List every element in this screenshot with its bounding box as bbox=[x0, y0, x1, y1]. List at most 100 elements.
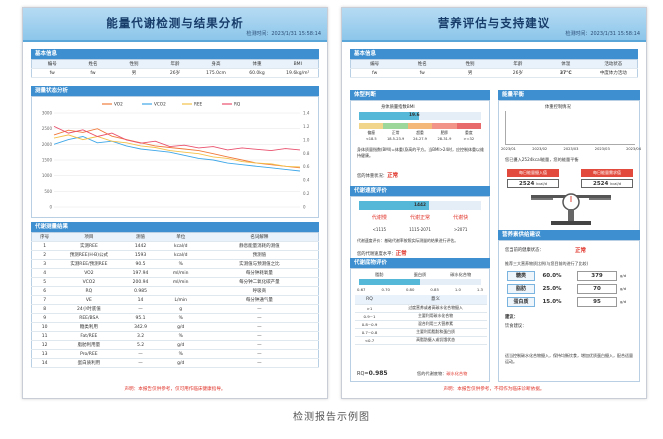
legend-label: VO2 bbox=[114, 102, 123, 107]
col-header: 意义 bbox=[384, 295, 487, 305]
report-footer: 声明：本报告仅供参考，仅可用作临床健康指导。 bbox=[124, 387, 226, 392]
table-row: 11 Fat/REE 3.2% — bbox=[31, 331, 319, 341]
metabolic-speed-section: 代谢速度评价 1442 代谢慢 代谢正常 代谢快 <1115 1115-2071… bbox=[350, 186, 490, 260]
metab-range: 1115-2071 bbox=[409, 227, 431, 232]
cell: fw bbox=[72, 68, 114, 78]
cell: RQ bbox=[57, 286, 121, 296]
scale-range: <18.5 bbox=[365, 137, 377, 141]
metab-range: <1115 bbox=[372, 227, 387, 232]
cell: 12 bbox=[31, 340, 58, 350]
health-status-value: 正常 bbox=[575, 248, 587, 254]
table-row: 0.8~0.9 混合利用三大营养素 bbox=[355, 320, 487, 329]
metab-ranges: <1115 1115-2071 >2071 bbox=[359, 227, 481, 232]
figure-caption: 检测报告示例图 bbox=[293, 412, 370, 423]
cell: 3.2 bbox=[120, 331, 161, 341]
nutrient-row: 糖类 60.0% 379 g/d bbox=[507, 269, 635, 282]
rq-tick: 0.70 bbox=[381, 287, 390, 292]
cell: 男 bbox=[446, 68, 494, 78]
measurement-line-chart: 3000 2500 2000 1500 1000 500 0 1.4 1.2 1.0 0.8 0.6 0… bbox=[42, 102, 310, 210]
cell: 实测REE/预测REE bbox=[57, 259, 121, 269]
section-heading: 基本信息 bbox=[31, 49, 319, 59]
energy-balance-section: 能量平衡 体重控制情况 2023/01 2023/02 2023/03 2023… bbox=[498, 90, 641, 233]
cell: 过度营养或者高碳水化合物摄入 bbox=[384, 304, 487, 313]
section-heading: 代谢底物评价 bbox=[350, 258, 490, 268]
cell: 14 bbox=[120, 295, 161, 305]
report-title: 营养评估与支持建议 bbox=[437, 16, 551, 30]
bmi-value: 19.6 bbox=[409, 113, 420, 118]
cell: — bbox=[200, 322, 319, 332]
nutrient-row: 脂肪 25.0% 70 g/d bbox=[507, 282, 635, 295]
substrate-status: 您的代谢底物：碳水化合物 bbox=[417, 371, 467, 377]
table-row: 7 VE 14 L/min 每分钟通气量 bbox=[31, 295, 319, 305]
health-status: 您当前的健康状态： bbox=[505, 247, 544, 253]
report-time: 检测时间：2023/1/31 15:58:14 bbox=[565, 31, 640, 37]
table-row: 1 实测REE 1442 kcal/d 静息能量消耗的测值 bbox=[31, 241, 319, 251]
weight-status: 您的体重状况：正常 bbox=[357, 171, 398, 179]
cell: 静息能量消耗的测值 bbox=[200, 241, 319, 251]
advice-text: 适当控制碳水化合物摄入，保持均衡饮食，增加优质蛋白摄入，配合适量运动。 bbox=[505, 353, 633, 364]
y-tick-label: 500 bbox=[44, 189, 52, 194]
cell: g/d bbox=[160, 340, 201, 350]
y2-tick-label: 0.4 bbox=[303, 178, 310, 183]
col-header: BMI bbox=[277, 59, 319, 69]
balance-note: 您已摄入2524kcal能量，您的能量平衡 bbox=[505, 157, 579, 162]
y2-tick-label: 1.0 bbox=[303, 137, 310, 142]
y-tick-label: 3000 bbox=[42, 111, 53, 116]
basic-info-table: 编号 姓名 性别 年龄 身高 体重 BMI fw fw 男 26岁 175.0c… bbox=[31, 59, 319, 78]
cell: VO2 bbox=[57, 268, 121, 278]
cell: — bbox=[200, 358, 319, 368]
nutrition-report: 营养评估与支持建议 检测时间：2023/1/31 15:58:14 基本信息 编… bbox=[341, 7, 647, 399]
substrate-label: 蛋白质 bbox=[413, 272, 427, 277]
table-row: 10 糖类利用 342.9 g/d — bbox=[31, 322, 319, 332]
scale-range: 24-27.9 bbox=[413, 137, 427, 141]
legend-label: VCO2 bbox=[154, 102, 166, 107]
cell: 0.7~0.8 bbox=[355, 328, 385, 337]
y2-tick-label: 0.6 bbox=[303, 164, 310, 169]
basic-info-table: 编号 姓名 性别 年龄 体温 活动状态 fw fw 男 26岁 37°C 中度体… bbox=[350, 59, 638, 78]
cell: 男 bbox=[113, 68, 155, 78]
col-header: 测值 bbox=[120, 232, 161, 242]
table-row: 3 实测REE/预测REE 90.5% 实测值与预测值之比 bbox=[31, 259, 319, 269]
scale-range: 28-31.9 bbox=[437, 137, 452, 141]
cell: — bbox=[120, 304, 161, 314]
col-header: 体温 bbox=[541, 59, 590, 69]
metab-bar-track: 1442 bbox=[359, 201, 481, 210]
cell: 6 bbox=[31, 286, 58, 296]
metab-status-value: 正常 bbox=[395, 251, 407, 257]
date-label: 2023/01 bbox=[501, 147, 516, 151]
cell: 1 bbox=[31, 241, 58, 251]
rq-tick: 0.80 bbox=[405, 287, 415, 292]
report-header: 营养评估与支持建议 检测时间：2023/1/31 15:58:14 bbox=[342, 8, 646, 42]
substrate-labels: 脂肪 蛋白质 碳水化合物 bbox=[359, 272, 481, 278]
table-row: 6 RQ 0.985 呼吸商 bbox=[31, 286, 319, 296]
table-row: 12 脂肪利用量 5.2 g/d — bbox=[31, 340, 319, 350]
date-label: 2023/04 bbox=[626, 147, 641, 151]
cell: fw bbox=[31, 68, 73, 78]
rq-table: RQ 意义 >1 过度营养或者高碳水化合物摄入 0.9~1 主要利用碳水化合物 0.8~… bbox=[355, 295, 487, 345]
cell: — bbox=[200, 304, 319, 314]
report-time: 检测时间：2023/1/31 15:58:14 bbox=[246, 31, 321, 37]
cell bbox=[160, 286, 201, 296]
cell: % bbox=[160, 259, 201, 269]
cell: 8 bbox=[31, 304, 58, 314]
table-row: >1 过度营养或者高碳水化合物摄入 bbox=[355, 304, 487, 313]
cell: 5 bbox=[31, 277, 58, 287]
advice-heading: 建议： bbox=[505, 315, 518, 320]
nutrient-unit: g/d bbox=[620, 286, 627, 291]
chart-section: 测量状态分析 3000 2500 2000 1500 1000 500 0 1.4 1.2 1.0… bbox=[31, 86, 319, 218]
table-row: 0.9~1 主要利用碳水化合物 bbox=[355, 312, 487, 321]
rq-ticks: 0.67 0.70 0.80 0.85 1.0 1.3 bbox=[357, 287, 483, 292]
intake-label: 每日能量摄入值 bbox=[507, 169, 559, 177]
nutrient-percent: 15.0% bbox=[542, 298, 562, 305]
cell: 9 bbox=[31, 313, 58, 323]
scale-label: 偏瘦 bbox=[367, 130, 375, 135]
weight-chart-dates: 2023/01 2023/02 2023/03 2023/03 2023/04 bbox=[501, 147, 641, 151]
metab-status: 您的代谢速度水平：正常 bbox=[357, 249, 407, 257]
cell: VE bbox=[57, 295, 121, 305]
report-header: 能量代谢检测与结果分析 检测时间：2023/1/31 15:58:14 bbox=[23, 8, 327, 42]
bmi-note: 身体质量指数(BMI)=体重/身高的平方。当BMI>24时，应控制体重以维持健康… bbox=[357, 147, 485, 158]
substrate-section: 代谢底物评价 脂肪 蛋白质 碳水化合物 0.67 0.70 0.80 0.85 … bbox=[350, 258, 490, 382]
cell: % bbox=[160, 331, 201, 341]
cell: — bbox=[200, 340, 319, 350]
cell: 每分钟耗氧量 bbox=[200, 268, 319, 278]
